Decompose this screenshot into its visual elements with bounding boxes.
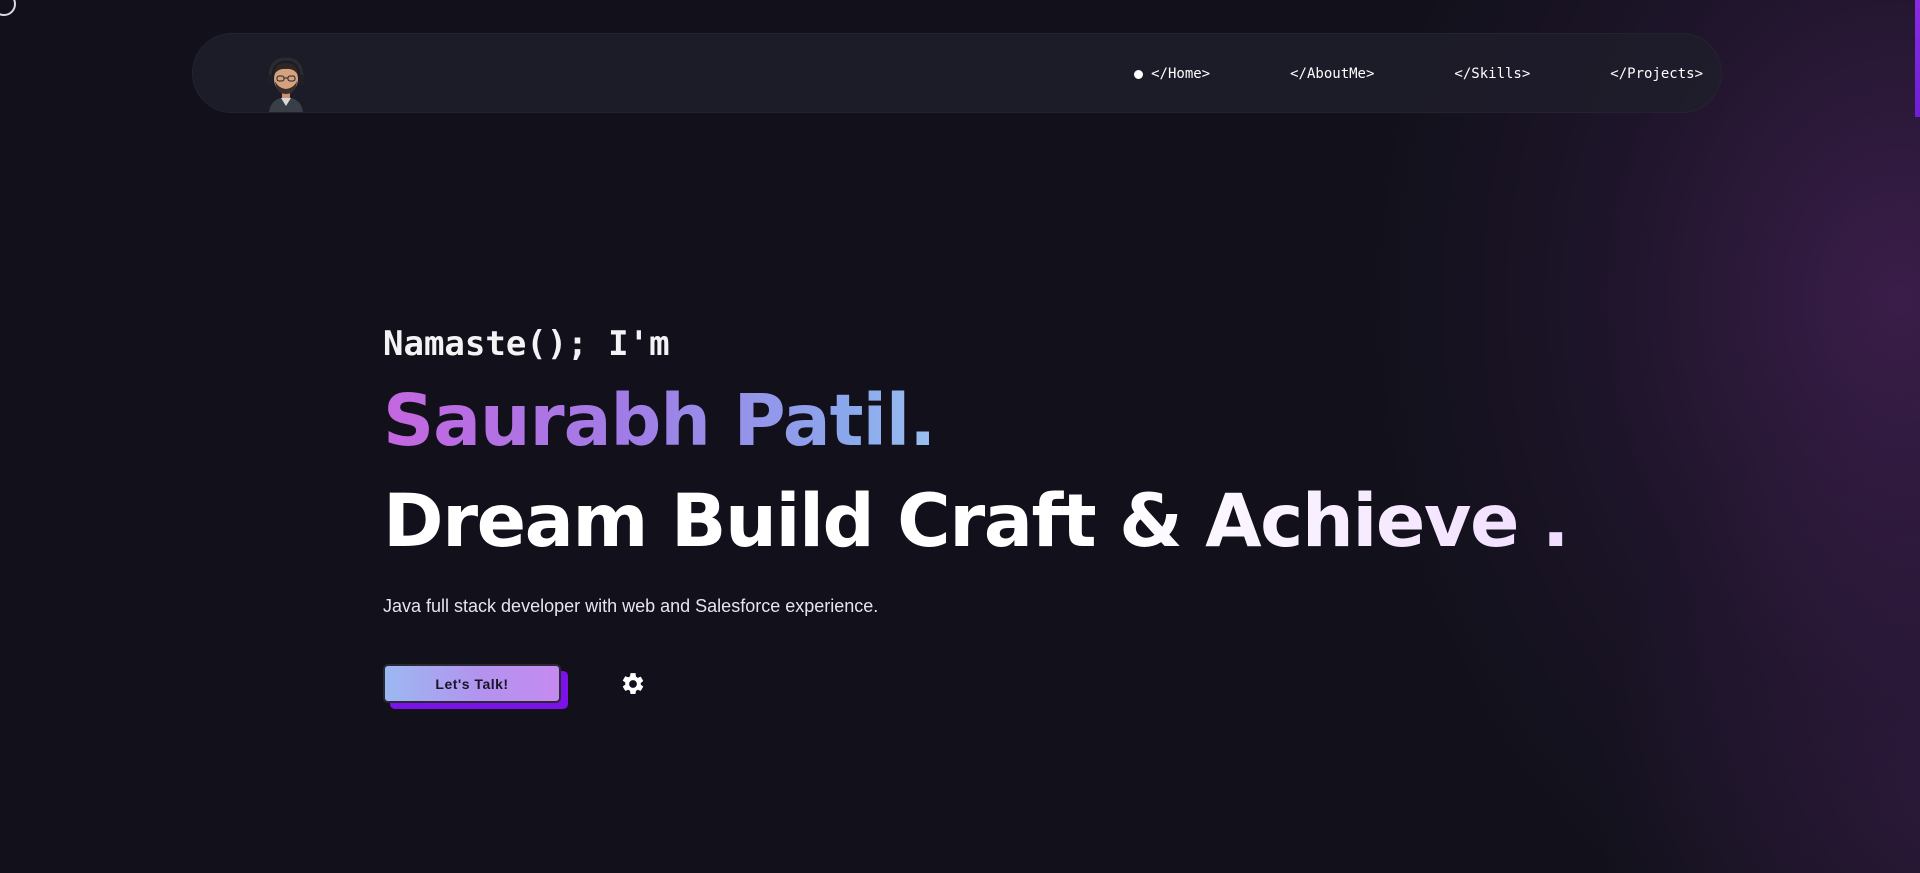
lets-talk-button[interactable]: Let's Talk!	[383, 664, 561, 703]
nav-item-label: </Projects>	[1610, 66, 1703, 82]
active-dot-icon	[1134, 69, 1144, 79]
nav-item-skills[interactable]: </Skills>	[1454, 66, 1530, 82]
hero-tagline: Dream Build Craft & Achieve .	[383, 472, 1583, 572]
hero-greeting: Namaste(); I'm	[383, 324, 670, 364]
hero-description: Java full stack developer with web and S…	[383, 596, 879, 616]
hero-name: Saurabh Patil.	[383, 376, 936, 466]
hero-section: Namaste(); I'm Saurabh Patil. Dream Buil…	[383, 320, 1583, 714]
nav-item-projects[interactable]: </Projects>	[1610, 66, 1703, 82]
nav-item-label: </AboutMe>	[1290, 66, 1375, 82]
scroll-progress-indicator	[1915, 0, 1920, 117]
nav-item-aboutme[interactable]: </AboutMe>	[1290, 66, 1374, 82]
cursor-ring	[0, 0, 16, 16]
nav-item-label: </Home>	[1151, 66, 1211, 82]
nav-item-label: </Skills>	[1454, 66, 1531, 82]
hero-actions: Let's Talk!	[383, 664, 1583, 714]
avatar-icon[interactable]	[263, 54, 309, 112]
gear-icon[interactable]	[620, 671, 646, 697]
nav-links: </Home> </AboutMe> </Skills> </Projects>	[1134, 34, 1703, 114]
navbar: </Home> </AboutMe> </Skills> </Projects>	[192, 33, 1722, 113]
nav-item-home[interactable]: </Home>	[1134, 66, 1210, 82]
